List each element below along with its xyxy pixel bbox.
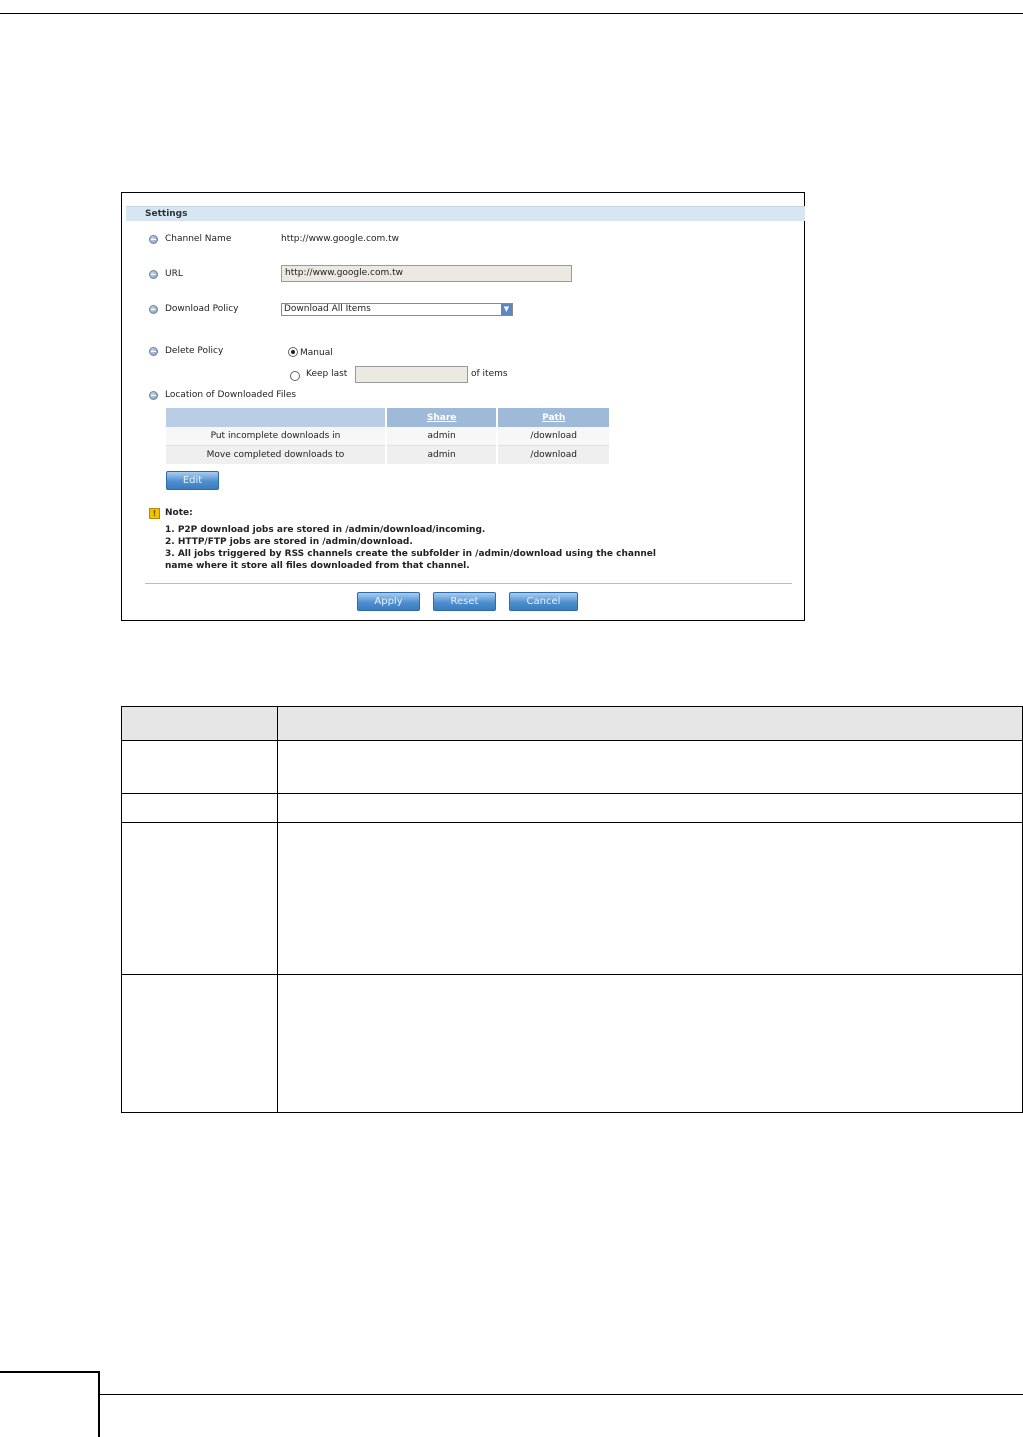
manual-radio[interactable] [288, 347, 298, 357]
of-items-label: of items [471, 369, 508, 379]
row-path: /download [497, 427, 611, 446]
keep-last-input[interactable] [355, 366, 468, 383]
table-header-row [121, 706, 1023, 741]
location-col-blank [166, 408, 387, 427]
settings-screenshot: Settings Channel Name http://www.google.… [121, 192, 805, 621]
table-row [121, 740, 1023, 794]
note-line: 3. All jobs triggered by RSS channels cr… [165, 549, 656, 559]
note-line: name where it store all files downloaded… [165, 561, 470, 571]
description-table [121, 706, 1023, 1113]
label-column-header [121, 706, 278, 741]
table-cell [277, 974, 1023, 1113]
location-label: Location of Downloaded Files [165, 390, 297, 400]
row-share: admin [385, 445, 499, 464]
delete-policy-label: Delete Policy [165, 346, 224, 356]
table-cell [121, 822, 278, 975]
table-cell [277, 793, 1023, 823]
url-label: URL [165, 269, 183, 279]
info-icon: ! [149, 508, 160, 519]
location-table: Share Path Put incomplete downloads in a… [166, 408, 611, 464]
manual-label: Manual [300, 348, 333, 358]
apply-button[interactable]: Apply [357, 592, 420, 611]
table-cell [277, 740, 1023, 794]
share-column-header[interactable]: Share [385, 408, 499, 427]
reset-button[interactable]: Reset [433, 592, 496, 611]
table-cell [121, 740, 278, 794]
note-line: 1. P2P download jobs are stored in /admi… [165, 525, 486, 535]
row-path: /download [497, 445, 611, 464]
note-label: Note: [165, 508, 193, 518]
row-share: admin [385, 427, 499, 446]
url-input[interactable]: http://www.google.com.tw [281, 265, 572, 282]
table-cell [277, 822, 1023, 975]
table-row [121, 822, 1023, 975]
table-row [121, 793, 1023, 823]
download-policy-select[interactable]: Download All Items ▼ [281, 303, 513, 316]
channel-name-label: Channel Name [165, 234, 232, 244]
delete-policy-bullet-icon [149, 347, 158, 356]
download-policy-label: Download Policy [165, 304, 239, 314]
path-column-header[interactable]: Path [497, 408, 611, 427]
footer-rule [100, 1394, 1023, 1395]
channel-name-bullet-icon [149, 235, 158, 244]
row-description: Put incomplete downloads in [166, 427, 387, 446]
keep-last-label: Keep last [306, 369, 348, 379]
table-cell [121, 974, 278, 1113]
divider [145, 583, 792, 584]
keep-last-radio[interactable] [290, 371, 300, 381]
chevron-down-icon[interactable]: ▼ [501, 304, 512, 315]
download-policy-value: Download All Items [284, 304, 371, 314]
table-row [121, 974, 1023, 1113]
edit-button[interactable]: Edit [166, 471, 219, 490]
note-line: 2. HTTP/FTP jobs are stored in /admin/do… [165, 537, 413, 547]
table-row: Put incomplete downloads in admin /downl… [166, 427, 611, 446]
row-description: Move completed downloads to [166, 445, 387, 464]
table-row: Move completed downloads to admin /downl… [166, 445, 611, 464]
description-column-header [277, 706, 1023, 741]
table-cell [121, 793, 278, 823]
channel-name-value: http://www.google.com.tw [281, 234, 399, 244]
header-rule [0, 13, 1023, 14]
settings-title: Settings [145, 209, 188, 219]
url-bullet-icon [149, 270, 158, 279]
page-number-box [0, 1371, 100, 1437]
location-bullet-icon [149, 391, 158, 400]
cancel-button[interactable]: Cancel [509, 592, 578, 611]
settings-header: Settings [126, 206, 805, 221]
download-policy-bullet-icon [149, 305, 158, 314]
